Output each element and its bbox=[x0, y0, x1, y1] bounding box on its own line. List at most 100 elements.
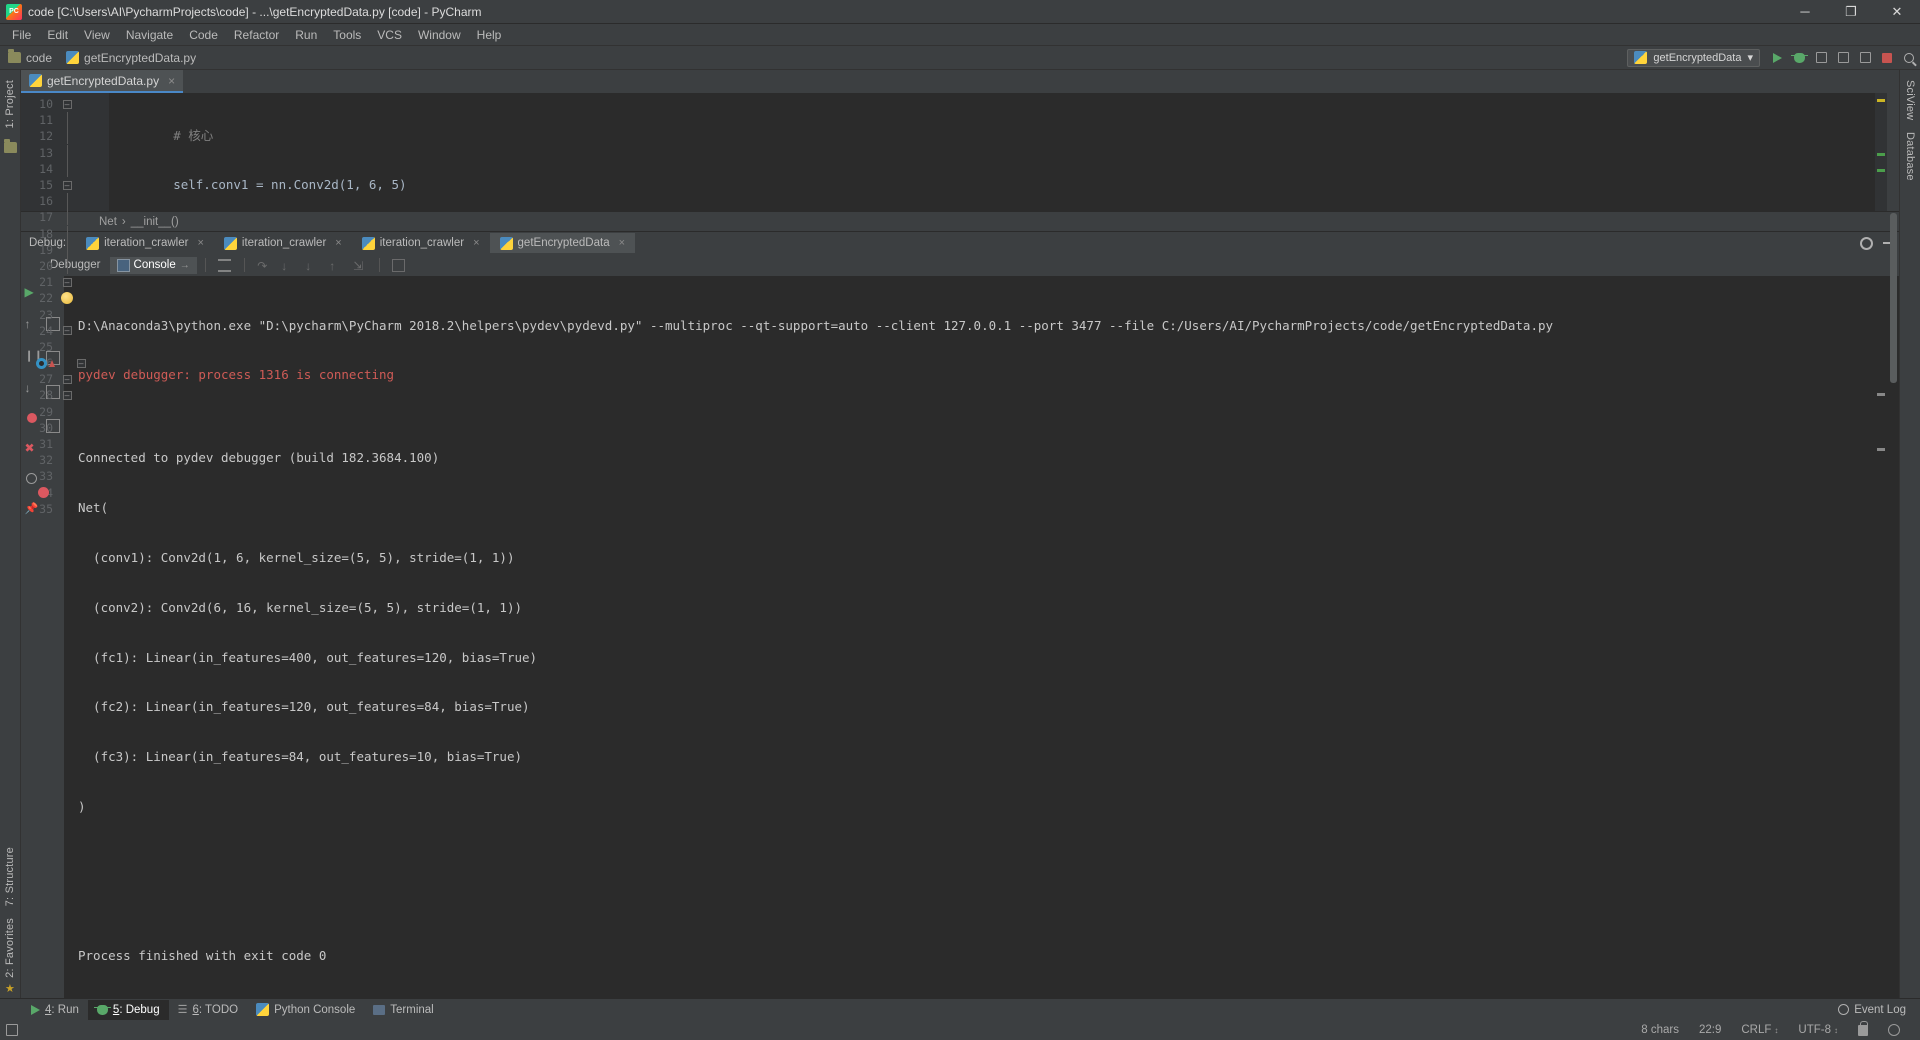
status-encoding[interactable]: UTF-8 ↕ bbox=[1788, 1024, 1848, 1036]
editor-marker-strip[interactable] bbox=[1875, 93, 1887, 451]
tool-button-project[interactable]: 1: Project bbox=[2, 74, 18, 134]
caret-marker[interactable] bbox=[1877, 393, 1885, 396]
console-line: ) bbox=[78, 798, 86, 814]
tool-button-sciview[interactable]: SciView bbox=[1902, 74, 1918, 126]
close-icon[interactable]: × bbox=[619, 237, 625, 249]
fold-icon[interactable]: – bbox=[62, 277, 72, 287]
left-tool-rail: 1: Project 7: Structure 2: Favorites ★ bbox=[0, 70, 21, 998]
tool-button-favorites[interactable]: 2: Favorites bbox=[2, 912, 18, 984]
close-icon[interactable]: × bbox=[168, 74, 175, 88]
coverage-button[interactable] bbox=[1810, 47, 1832, 69]
tool-window-python-console[interactable]: Python Console bbox=[247, 1000, 364, 1020]
breakpoint-icon[interactable] bbox=[37, 487, 49, 499]
editor-scrollbar-thumb[interactable] bbox=[1890, 213, 1897, 383]
tab-console[interactable]: Console → bbox=[109, 256, 197, 274]
step-out-button[interactable]: ↑ bbox=[325, 254, 347, 276]
editor-gutter[interactable]: 10– 11 12 13 14 15– 16 17 18 19 20 21– 2… bbox=[21, 93, 109, 516]
debug-session-tab[interactable]: iteration_crawler × bbox=[214, 233, 352, 253]
fold-icon[interactable]: – bbox=[62, 99, 72, 109]
editor-tab-getencrypteddata[interactable]: getEncryptedData.py × bbox=[21, 70, 184, 93]
run-button[interactable] bbox=[1766, 47, 1788, 69]
tool-button-database[interactable]: Database bbox=[1902, 126, 1918, 187]
align-button[interactable] bbox=[214, 254, 236, 276]
debug-session-tab[interactable]: iteration_crawler × bbox=[352, 233, 490, 253]
profile-button[interactable] bbox=[1832, 47, 1854, 69]
menu-window[interactable]: Window bbox=[410, 26, 469, 44]
warning-marker[interactable] bbox=[1877, 99, 1885, 102]
console-line: (conv1): Conv2d(1, 6, kernel_size=(5, 5)… bbox=[78, 549, 515, 565]
fold-icon[interactable]: – bbox=[62, 374, 72, 384]
caret-marker[interactable] bbox=[1877, 448, 1885, 451]
project-folder-icon bbox=[3, 139, 17, 154]
status-readonly-toggle[interactable] bbox=[1848, 1020, 1878, 1036]
menu-file[interactable]: File bbox=[4, 26, 39, 44]
maximize-button[interactable]: ❐ bbox=[1828, 0, 1874, 24]
evaluate-expression-button[interactable] bbox=[388, 254, 410, 276]
line-number: 25 bbox=[39, 339, 53, 354]
fold-icon[interactable]: – bbox=[62, 390, 72, 400]
menu-vcs[interactable]: VCS bbox=[369, 26, 410, 44]
editor-tab-bar: getEncryptedData.py × bbox=[21, 70, 1899, 93]
menu-help[interactable]: Help bbox=[469, 26, 510, 44]
event-log-button[interactable]: Event Log bbox=[1838, 1004, 1920, 1016]
toggle-toolwindows-icon[interactable] bbox=[6, 1024, 18, 1036]
tool-window-terminal[interactable]: Terminal bbox=[364, 1000, 442, 1020]
tool-window-debug-label: : Debug bbox=[119, 1003, 160, 1016]
stop-button[interactable] bbox=[1876, 47, 1898, 69]
status-caret-position[interactable]: 22:9 bbox=[1689, 1024, 1731, 1036]
menu-view[interactable]: View bbox=[76, 26, 118, 44]
menu-tools[interactable]: Tools bbox=[325, 26, 369, 44]
debug-session-tab-active[interactable]: getEncryptedData × bbox=[489, 233, 636, 254]
close-icon[interactable]: × bbox=[197, 237, 203, 249]
editor-text-area[interactable]: # 核心 self.conv1 = nn.Conv2d(1, 6, 5) # '… bbox=[109, 93, 1875, 211]
tool-window-run[interactable]: 4: Run bbox=[22, 1000, 88, 1020]
close-icon[interactable]: × bbox=[335, 237, 341, 249]
menu-refactor[interactable]: Refactor bbox=[226, 26, 287, 44]
debug-content-area: ▶ ↑ ❙❙ ↓ ✖ 📌 D:\Anaconda3\python.exe "D:… bbox=[21, 276, 1899, 998]
attach-button[interactable] bbox=[1854, 47, 1876, 69]
menu-bar: File Edit View Navigate Code Refactor Ru… bbox=[0, 24, 1920, 46]
method-breakpoint-icon[interactable] bbox=[35, 357, 47, 369]
step-into-icon: ↓ bbox=[281, 258, 288, 273]
run-configuration-selector[interactable]: getEncryptedData ▾ bbox=[1627, 48, 1760, 67]
breadcrumb-project-label: code bbox=[26, 50, 53, 65]
tool-window-debug[interactable]: 5: Debug bbox=[87, 999, 169, 1020]
debug-settings-button[interactable] bbox=[1855, 232, 1877, 254]
vcs-marker[interactable] bbox=[1877, 153, 1885, 156]
intention-bulb-icon[interactable] bbox=[61, 292, 73, 305]
step-over-button[interactable]: ↷ bbox=[253, 254, 275, 276]
debug-console-output[interactable]: D:\Anaconda3\python.exe "D:\pycharm\PyCh… bbox=[64, 276, 1899, 998]
status-line-separator[interactable]: CRLF ↕ bbox=[1731, 1024, 1788, 1036]
search-everywhere-button[interactable] bbox=[1898, 47, 1920, 69]
python-file-icon bbox=[223, 236, 237, 250]
soft-wrap-icon[interactable]: → bbox=[180, 260, 190, 271]
close-icon[interactable]: × bbox=[473, 237, 479, 249]
editor-scrollbar[interactable] bbox=[1887, 93, 1899, 383]
breadcrumb-method[interactable]: __init__() bbox=[131, 216, 179, 228]
minimize-button[interactable]: ─ bbox=[1782, 0, 1828, 24]
close-button[interactable]: ✕ bbox=[1874, 0, 1920, 24]
code-editor[interactable]: 10– 11 12 13 14 15– 16 17 18 19 20 21– 2… bbox=[21, 93, 1899, 516]
run-to-cursor-button[interactable]: ⇲ bbox=[349, 254, 371, 276]
status-encoding-label: UTF-8 bbox=[1798, 1024, 1831, 1036]
menu-edit[interactable]: Edit bbox=[39, 26, 76, 44]
menu-code[interactable]: Code bbox=[181, 26, 226, 44]
tool-button-structure[interactable]: 7: Structure bbox=[2, 841, 18, 912]
step-out-icon: ↑ bbox=[329, 258, 336, 273]
fold-icon[interactable]: – bbox=[62, 180, 72, 190]
force-step-into-button[interactable]: ↓ bbox=[301, 254, 323, 276]
breadcrumb-file[interactable]: getEncryptedData.py bbox=[66, 51, 196, 65]
breadcrumb-project[interactable]: code bbox=[8, 49, 53, 65]
fold-icon[interactable]: – bbox=[62, 326, 72, 336]
line-number: 16 bbox=[39, 194, 53, 209]
console-line: (fc1): Linear(in_features=400, out_featu… bbox=[78, 649, 538, 665]
menu-navigate[interactable]: Navigate bbox=[118, 26, 181, 44]
coverage-icon bbox=[1815, 52, 1827, 63]
vcs-marker[interactable] bbox=[1877, 169, 1885, 172]
menu-run[interactable]: Run bbox=[287, 26, 325, 44]
status-ide-settings[interactable] bbox=[1878, 1024, 1910, 1036]
debug-button[interactable] bbox=[1788, 47, 1810, 69]
step-into-button[interactable]: ↓ bbox=[277, 254, 299, 276]
fold-icon[interactable]: – bbox=[76, 358, 86, 368]
tool-window-todo[interactable]: ☰ 6: TODO bbox=[169, 1000, 247, 1020]
